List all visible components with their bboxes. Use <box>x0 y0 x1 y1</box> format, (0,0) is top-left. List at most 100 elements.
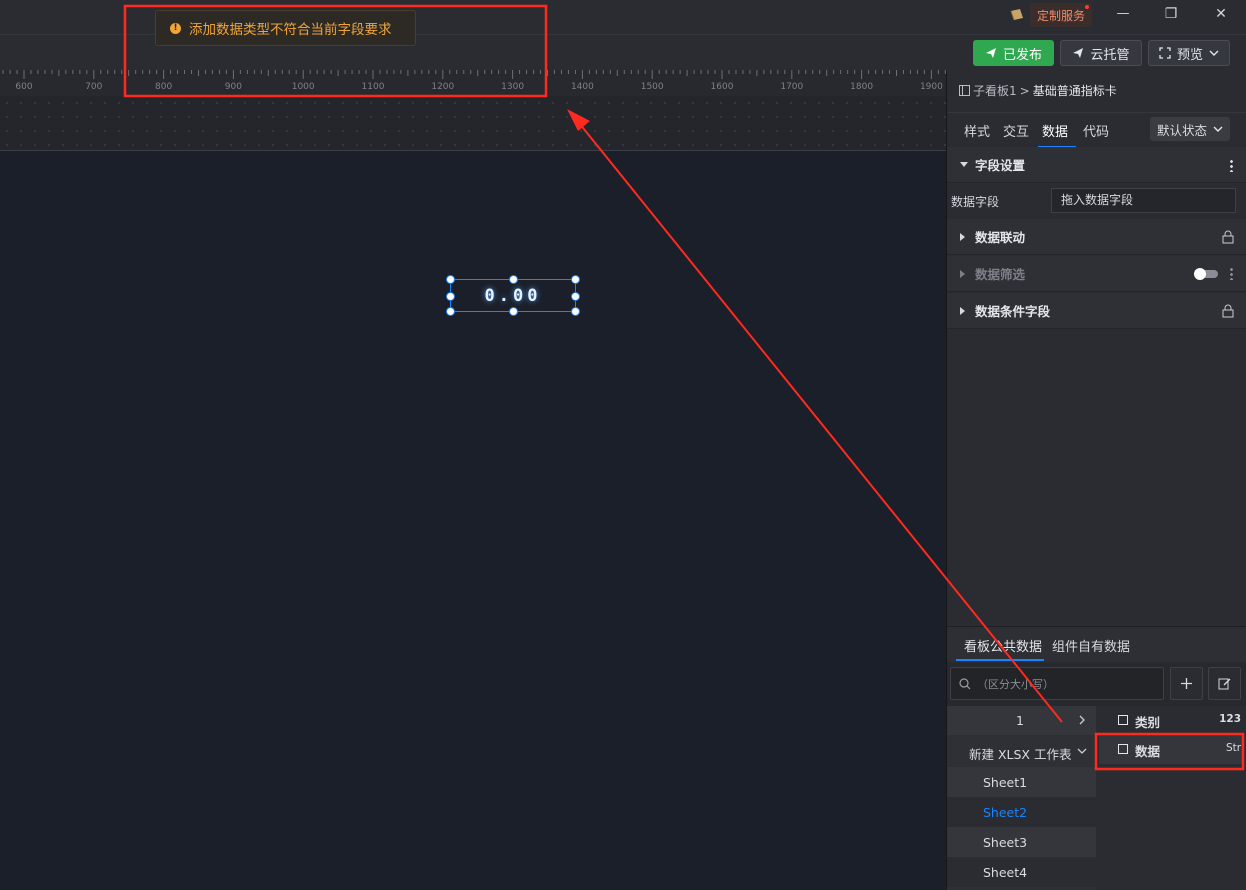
field-settings-label: 字段设置 <box>975 158 1026 173</box>
sheet-item-selected[interactable]: Sheet2 <box>947 797 1096 827</box>
chevron-down-icon <box>1077 748 1087 754</box>
lock-icon <box>1222 230 1234 244</box>
cloud-hosting-button[interactable]: 云托管 <box>1060 40 1142 66</box>
preview-button[interactable]: 预览 <box>1148 40 1230 66</box>
resize-handle-w[interactable] <box>446 292 455 301</box>
chevron-down-icon <box>1209 50 1219 56</box>
data-linkage-section[interactable]: 数据联动 <box>947 219 1246 255</box>
field-name: 类别 <box>1135 715 1161 730</box>
send-icon <box>985 48 996 58</box>
minimize-icon: — <box>1116 6 1130 21</box>
sheet-label: Sheet2 <box>983 804 1028 820</box>
data-filter-section[interactable]: 数据筛选 <box>947 256 1246 292</box>
field-search-input[interactable]: （区分大小写） <box>950 667 1164 700</box>
data-tree: 1 新建 XLSX 工作表 Sheet1 Sheet2 Sheet3 Sheet… <box>947 706 1096 890</box>
data-field-row: 数据字段 拖入数据字段 <box>947 183 1246 220</box>
edit-data-button[interactable] <box>1208 667 1241 700</box>
send-icon <box>1073 48 1084 58</box>
toggle-knob <box>1194 268 1206 280</box>
data-field-label: 数据字段 <box>951 195 1000 209</box>
tab-component-own-data[interactable]: 组件自有数据 <box>1052 636 1130 655</box>
sheet-label: Sheet4 <box>983 864 1028 880</box>
tab-data[interactable]: 数据 <box>1042 121 1068 140</box>
workbook-item[interactable]: 新建 XLSX 工作表 <box>947 736 1096 766</box>
add-data-button[interactable] <box>1170 667 1203 700</box>
ruler-label: 1400 <box>571 82 594 92</box>
data-condition-field-label: 数据条件字段 <box>975 304 1051 319</box>
field-name: 数据 <box>1135 744 1161 759</box>
resize-handle-nw[interactable] <box>446 275 455 284</box>
warning-icon: ! <box>170 22 181 34</box>
more-vertical-icon[interactable] <box>1230 267 1233 280</box>
ruler-label: 700 <box>85 82 102 92</box>
sheet-item[interactable]: Sheet1 <box>947 767 1096 797</box>
tab-code[interactable]: 代码 <box>1083 121 1109 140</box>
sheet-item[interactable]: Sheet3 <box>947 827 1096 857</box>
canvas[interactable]: 0.00 <box>0 150 946 889</box>
warning-toast: ! 添加数据类型不符合当前字段要求 <box>155 10 416 46</box>
tab-style[interactable]: 样式 <box>964 121 990 140</box>
ruler-label: 1300 <box>501 82 524 92</box>
data-linkage-label: 数据联动 <box>975 230 1026 245</box>
caret-right-icon <box>960 269 965 278</box>
workbook-label: 新建 XLSX 工作表 <box>969 747 1072 762</box>
more-vertical-icon[interactable] <box>1230 159 1233 172</box>
tab-board-public-data[interactable]: 看板公共数据 <box>964 636 1042 655</box>
breadcrumb-current: 基础普通指标卡 <box>1032 84 1117 98</box>
data-field-dropzone[interactable]: 拖入数据字段 <box>1051 188 1236 213</box>
breadcrumb-root[interactable]: 子看板1 <box>973 82 1017 99</box>
ruler-label: 1800 <box>850 82 873 92</box>
sheet-item[interactable]: Sheet4 <box>947 857 1096 887</box>
tree-item-1[interactable]: 1 <box>947 706 1096 735</box>
state-select-value: 默认状态 <box>1156 122 1207 138</box>
tab-interaction[interactable]: 交互 <box>1003 121 1029 140</box>
search-placeholder: （区分大小写） <box>977 677 1054 691</box>
checkbox-icon[interactable] <box>1118 715 1128 725</box>
tree-item-1-label: 1 <box>1016 713 1024 728</box>
notification-dot <box>1085 5 1089 9</box>
ruler-label: 1000 <box>292 82 315 92</box>
data-condition-field-section[interactable]: 数据条件字段 <box>947 293 1246 329</box>
field-item[interactable]: 类别 123 <box>1096 706 1246 735</box>
ruler-label: 600 <box>15 82 32 92</box>
restore-button[interactable]: ❐ <box>1158 2 1184 26</box>
close-window-button[interactable]: ✕ <box>1208 2 1234 26</box>
caret-right-icon <box>960 306 965 315</box>
publish-button[interactable]: 已发布 <box>973 40 1054 66</box>
close-icon: ✕ <box>1215 6 1227 22</box>
data-filter-label: 数据筛选 <box>975 267 1026 282</box>
chevron-right-icon <box>1079 715 1085 725</box>
sheet-label: Sheet1 <box>983 774 1028 790</box>
resize-handle-ne[interactable] <box>571 275 580 284</box>
custom-service-icon[interactable] <box>1008 6 1026 24</box>
ruler-ticks: 600 700 800 900 1000 1100 1200 1300 1400 1500 1600… <box>2 70 946 92</box>
ruler-label: 1100 <box>362 82 385 92</box>
sheet-label: Sheet3 <box>983 834 1028 850</box>
custom-service-button[interactable]: 定制服务 <box>1030 3 1092 27</box>
indicator-card-widget[interactable]: 0.00 <box>446 275 580 316</box>
ruler-label: 800 <box>155 82 172 92</box>
ruler-label: 1600 <box>711 82 734 92</box>
toast-message: 添加数据类型不符合当前字段要求 <box>189 22 392 38</box>
checkbox-icon[interactable] <box>1118 744 1128 754</box>
panel-tabs: 样式 交互 数据 代码 默认状态 <box>947 112 1246 150</box>
field-item[interactable]: 数据 Str <box>1099 735 1244 764</box>
field-settings-section[interactable]: 字段设置 <box>947 147 1246 183</box>
preview-label: 预览 <box>1176 47 1203 63</box>
ruler-label: 1900 <box>920 82 943 92</box>
resize-handle-s[interactable] <box>509 307 518 316</box>
canvas-margin-area <box>0 96 946 150</box>
state-select[interactable]: 默认状态 <box>1150 117 1230 141</box>
data-filter-toggle[interactable] <box>1194 268 1218 280</box>
resize-handle-se[interactable] <box>571 307 580 316</box>
resize-handle-e[interactable] <box>571 292 580 301</box>
restore-icon: ❐ <box>1164 6 1178 22</box>
data-source-tabs: 看板公共数据 组件自有数据 <box>947 627 1246 662</box>
resize-handle-n[interactable] <box>509 275 518 284</box>
horizontal-ruler: 600 700 800 900 1000 1100 1200 1300 1400 1500 1600… <box>0 70 946 96</box>
minimize-button[interactable]: — <box>1110 2 1136 26</box>
property-panel: 子看板1 > 基础普通指标卡 样式 交互 数据 代码 默认状态 字段设置 数据字… <box>946 70 1246 890</box>
ruler-label: 900 <box>225 82 242 92</box>
resize-handle-sw[interactable] <box>446 307 455 316</box>
publish-label: 已发布 <box>1002 47 1042 63</box>
